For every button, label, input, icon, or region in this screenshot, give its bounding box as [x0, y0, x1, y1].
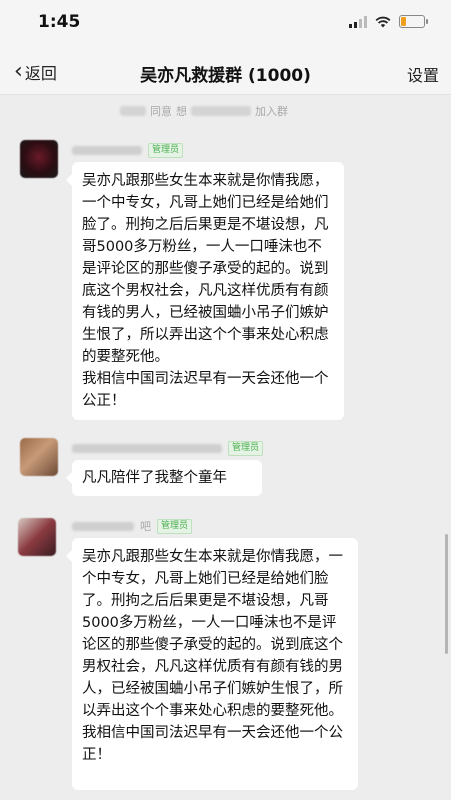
nickname-fragment: 吧: [140, 520, 151, 533]
sender-name: 吧 管理员: [72, 518, 193, 534]
scrollbar[interactable]: [445, 534, 448, 654]
message-bubble[interactable]: 吴亦凡跟那些女生本来就是你情我愿，一个中专女，凡哥上她们已经是给她们脸了。刑拘之…: [66, 162, 344, 420]
status-time: 1:45: [38, 12, 81, 32]
system-message: 同意 想 加入群: [120, 103, 288, 119]
system-text-approve: 同意: [150, 105, 172, 118]
message-text: 凡凡陪伴了我整个童年: [82, 470, 227, 486]
blurred-name: [120, 106, 146, 116]
system-text-want: 想: [176, 105, 187, 118]
blurred-nickname: [72, 521, 134, 531]
message-text: 吴亦凡跟那些女生本来就是你情我愿，一个中专女，凡哥上她们已经是给她们脸了。刑拘之…: [82, 549, 343, 719]
blurred-nickname: [72, 444, 222, 453]
avatar[interactable]: [20, 438, 58, 476]
nav-bar: ‹ 返回 吴亦凡救援群 (1000) 设置: [0, 48, 451, 95]
admin-badge: 管理员: [148, 143, 184, 158]
avatar[interactable]: [20, 140, 58, 178]
wifi-icon: [375, 16, 391, 27]
message-text: 我相信中国司法迟早有一天会还他一个公正！: [82, 725, 343, 763]
admin-badge: 管理员: [157, 518, 193, 534]
message-bubble[interactable]: 吴亦凡跟那些女生本来就是你情我愿，一个中专女，凡哥上她们已经是给她们脸了。刑拘之…: [66, 538, 358, 790]
system-text-join: 加入群: [255, 105, 288, 118]
message-text: 我相信中国司法迟早有一天会还他一个公正！: [82, 371, 329, 409]
status-icons: [349, 15, 428, 28]
message-text: 吴亦凡跟那些女生本来就是你情我愿，一个中专女，凡哥上她们已经是给她们脸了。刑拘之…: [82, 173, 329, 365]
sender-name: 管理员: [72, 143, 184, 158]
admin-badge: 管理员: [228, 441, 264, 456]
settings-button[interactable]: 设置: [407, 62, 439, 86]
sender-name: 管理员: [72, 441, 264, 456]
blurred-name: [191, 106, 251, 116]
status-bar: 1:45: [0, 0, 451, 48]
avatar[interactable]: [18, 518, 56, 556]
signal-icon: [349, 15, 367, 28]
battery-icon: [399, 15, 428, 28]
chat-title: 吴亦凡救援群 (1000): [140, 66, 311, 86]
message-bubble[interactable]: 凡凡陪伴了我整个童年: [66, 460, 262, 496]
blurred-nickname: [72, 146, 142, 155]
